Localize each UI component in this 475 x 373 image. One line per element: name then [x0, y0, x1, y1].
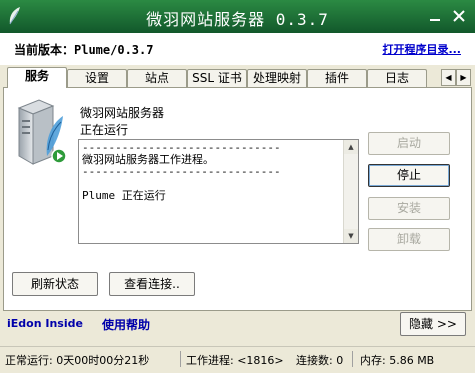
scroll-up-icon[interactable]: ▲	[344, 140, 358, 154]
open-program-directory-link[interactable]: 打开程序目录...	[382, 41, 461, 57]
server-icon	[17, 99, 67, 165]
minimize-icon[interactable]	[425, 6, 445, 26]
service-name: 微羽网站服务器	[80, 106, 165, 120]
start-button[interactable]: 启动	[368, 132, 450, 155]
tab-service[interactable]: 服务	[7, 67, 67, 88]
tab-plugins[interactable]: 插件	[307, 69, 367, 87]
memory-status: 内存: 5.86 MB	[360, 354, 435, 367]
stop-button[interactable]: 停止	[368, 164, 450, 187]
log-vertical-scrollbar[interactable]: ▲ ▼	[343, 140, 358, 243]
process-log-textbox[interactable]: ------------------------------ 微羽网站服务器工作…	[78, 139, 359, 244]
worker-process-status: 工作进程: <1816>	[186, 354, 284, 367]
tab-settings[interactable]: 设置	[67, 69, 127, 87]
tab-handler-mapping[interactable]: 处理映射	[247, 69, 307, 87]
tab-logs[interactable]: 日志	[367, 69, 427, 87]
refresh-status-button[interactable]: 刷新状态	[12, 272, 98, 296]
install-button[interactable]: 安装	[368, 197, 450, 220]
status-divider	[180, 351, 181, 367]
hide-button[interactable]: 隐藏 >>	[400, 312, 466, 336]
tab-scroll-right-icon[interactable]: ▶	[456, 69, 471, 86]
tab-strip: 服务 设置 站点 SSL 证书 处理映射 插件 日志 ◀ ▶	[3, 67, 475, 88]
connection-count-status: 连接数: 0	[296, 354, 344, 367]
status-bar: 正常运行: 0天00时00分21秒 工作进程: <1816> 连接数: 0 内存…	[0, 346, 475, 373]
process-log-text: ------------------------------ 微羽网站服务器工作…	[82, 141, 281, 202]
scroll-down-icon[interactable]: ▼	[344, 229, 358, 243]
close-icon[interactable]	[449, 6, 469, 26]
view-connections-button[interactable]: 查看连接..	[109, 272, 195, 296]
title-bar[interactable]: 微羽网站服务器 0.3.7	[0, 0, 475, 33]
tab-scroll-left-icon[interactable]: ◀	[441, 69, 456, 86]
window-title: 微羽网站服务器 0.3.7	[146, 10, 329, 29]
current-version-label: 当前版本：Plume/0.3.7	[14, 43, 154, 57]
status-divider	[352, 351, 353, 367]
iedon-inside-link[interactable]: iEdon Inside	[7, 317, 83, 330]
tab-sites[interactable]: 站点	[127, 69, 187, 87]
service-status: 正在运行	[80, 123, 129, 137]
app-window: 微羽网站服务器 0.3.7 当前版本：Plume/0.3.7 打开程序目录...…	[0, 0, 475, 373]
help-link[interactable]: 使用帮助	[102, 316, 150, 333]
tab-ssl-certificate[interactable]: SSL 证书	[187, 69, 247, 87]
uninstall-button[interactable]: 卸载	[368, 228, 450, 251]
header-bar: 当前版本：Plume/0.3.7 打开程序目录...	[0, 33, 475, 65]
service-panel: 微羽网站服务器 正在运行 ---------------------------…	[3, 87, 472, 311]
uptime-status: 正常运行: 0天00时00分21秒	[5, 354, 150, 367]
